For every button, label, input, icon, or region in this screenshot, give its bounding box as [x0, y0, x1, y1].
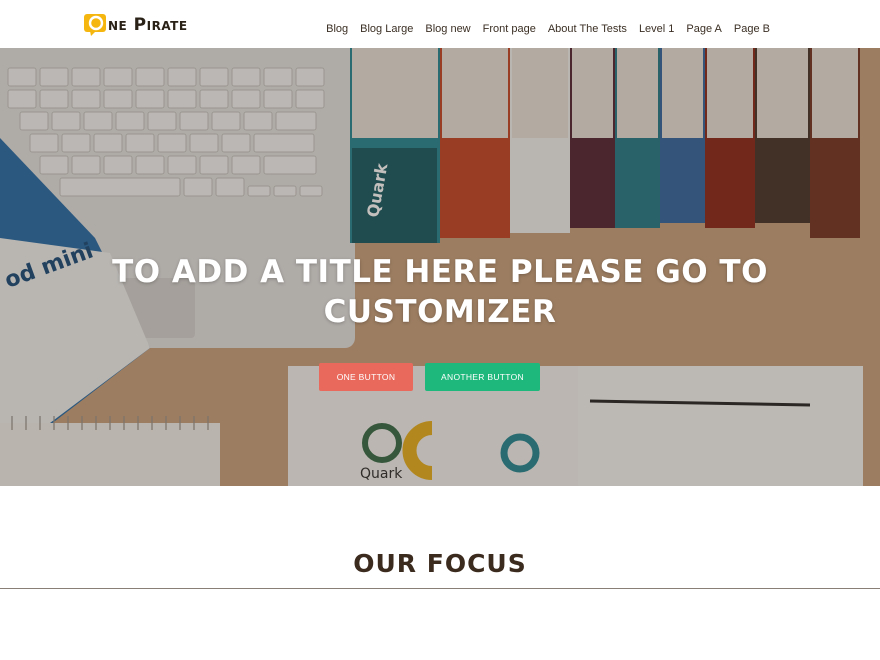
site-header: ne Pirate Blog Blog Large Blog new Front… [0, 0, 880, 48]
another-button[interactable]: ANOTHER BUTTON [425, 363, 540, 391]
nav-item-about-the-tests[interactable]: About The Tests [548, 23, 627, 35]
nav-item-level-1[interactable]: Level 1 [639, 23, 674, 35]
nav-item-page-b[interactable]: Page B [734, 23, 770, 35]
nav-item-blog-new[interactable]: Blog new [425, 23, 470, 35]
nav-item-blog-large[interactable]: Blog Large [360, 23, 413, 35]
nav-item-blog[interactable]: Blog [326, 23, 348, 35]
main-nav: Blog Blog Large Blog new Front page Abou… [326, 19, 770, 37]
hero-section: od mini Quark Quark TO ADD A TITLE HERE … [0, 48, 880, 486]
nav-item-page-a[interactable]: Page A [686, 23, 721, 35]
one-button[interactable]: ONE BUTTON [319, 363, 413, 391]
logo-icon [84, 14, 106, 36]
section-divider [0, 588, 880, 589]
hero-title: TO ADD A TITLE HERE PLEASE GO TO CUSTOMI… [112, 254, 768, 330]
section-title-our-focus: OUR FOCUS [353, 549, 527, 578]
nav-item-front-page[interactable]: Front page [483, 23, 536, 35]
site-logo[interactable]: ne Pirate [84, 13, 188, 37]
logo-text: ne Pirate [108, 15, 188, 35]
